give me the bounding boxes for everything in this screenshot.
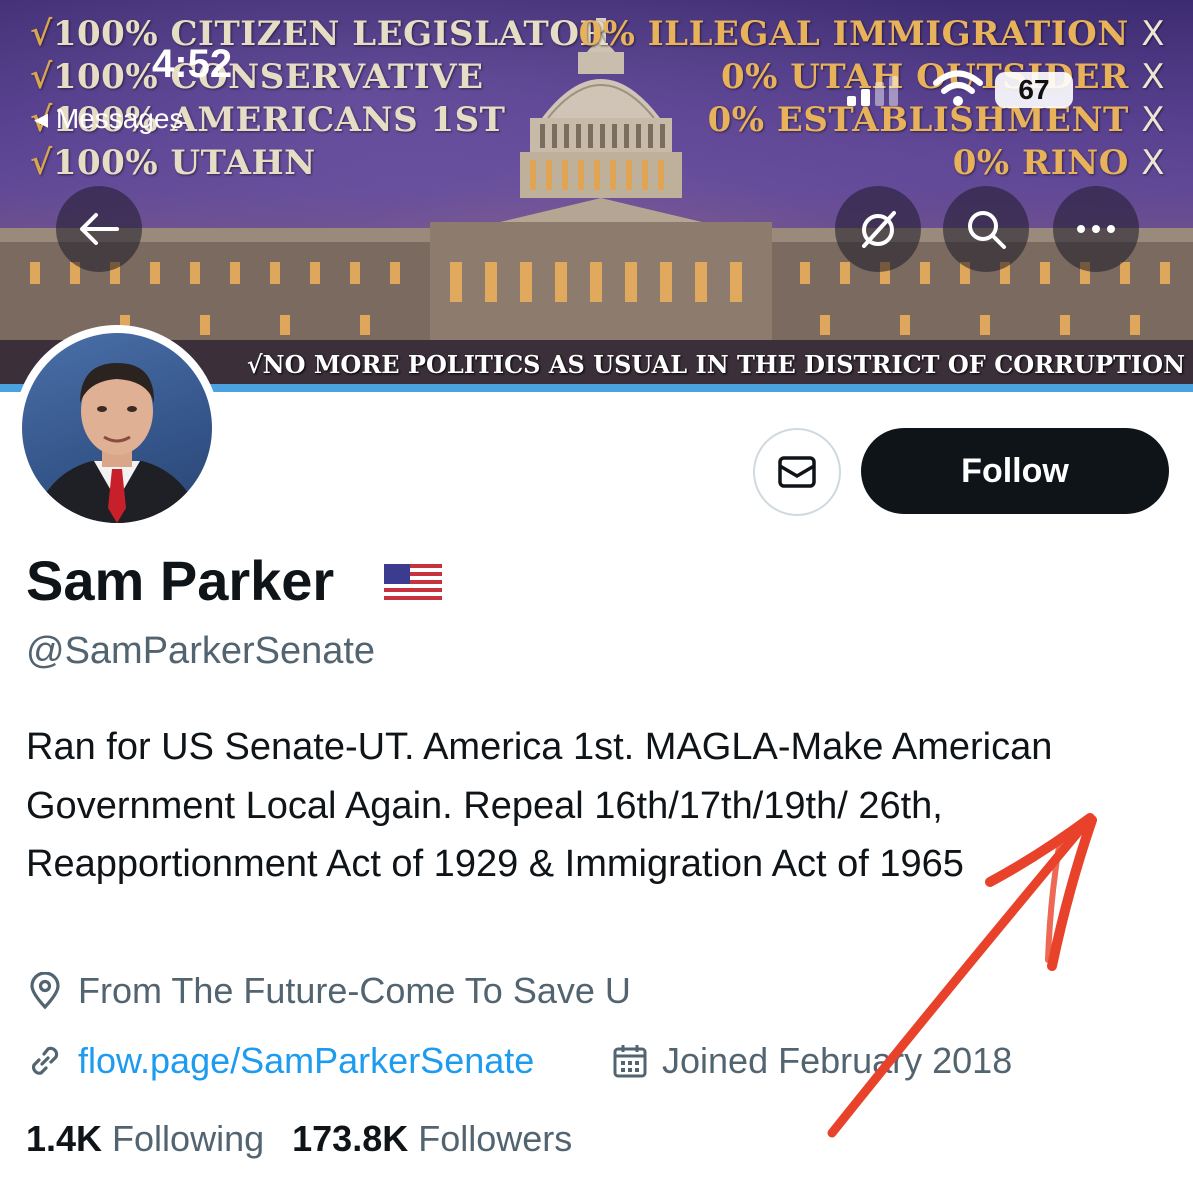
back-button[interactable] [56, 186, 142, 272]
calendar-icon [613, 1045, 647, 1078]
following-label: Following [112, 1118, 265, 1159]
more-icon [1077, 225, 1115, 233]
message-button[interactable] [753, 428, 841, 516]
follow-counts: 1.4K Following 173.8K Followers [26, 1118, 572, 1160]
search-icon [968, 211, 1006, 249]
following-count: 1.4K [26, 1118, 103, 1159]
grok-button[interactable] [835, 186, 921, 272]
more-options-button[interactable] [1053, 186, 1139, 272]
display-name: Sam Parker [26, 549, 335, 612]
followers-link[interactable]: 173.8K Followers [292, 1118, 572, 1160]
portrait-illustration [32, 363, 202, 523]
envelope-icon [778, 456, 816, 488]
link-icon [32, 1046, 59, 1075]
banner-line-conservative: √100% CONSERVATIVE [30, 57, 484, 97]
red-annotation-arrow [827, 813, 1097, 1138]
cellular-signal-icon [847, 76, 898, 106]
status-icons: 67 [845, 70, 1075, 110]
grok-icon [862, 211, 896, 248]
status-time: 4:52 [152, 42, 233, 86]
avatar-photo [22, 333, 212, 523]
arrow-left-icon [80, 213, 119, 245]
search-button[interactable] [943, 186, 1029, 272]
banner-line-citizen-legislator: √100% CITIZEN LEGISLATOR [30, 14, 609, 54]
wifi-icon [933, 70, 983, 106]
followers-label: Followers [418, 1118, 573, 1159]
banner-line-utahn: √100% UTAHN [30, 143, 316, 183]
avatar[interactable] [14, 325, 220, 531]
banner-motto: √NO MORE POLITICS AS USUAL IN THE DISTRI… [246, 350, 1185, 379]
back-to-messages-link[interactable]: ◂ Messages [34, 102, 183, 135]
battery-level: 67 [1018, 74, 1050, 105]
banner-line-rino: 0% RINO X [952, 143, 1165, 183]
following-link[interactable]: 1.4K Following [26, 1118, 264, 1160]
profile-handle: @SamParkerSenate [26, 630, 376, 672]
followers-count: 173.8K [292, 1118, 409, 1159]
profile-location: From The Future-Come To Save U [28, 970, 631, 1012]
battery-icon: 67 [995, 72, 1073, 108]
location-pin-icon [30, 972, 60, 1010]
profile-website: flow.page/SamParkerSenate [26, 1040, 534, 1082]
profile-banner: √100% CITIZEN LEGISLATOR √100% CONSERVAT… [0, 0, 1193, 392]
follow-button[interactable]: Follow [861, 428, 1169, 514]
us-flag-icon [384, 564, 442, 602]
website-link[interactable]: flow.page/SamParkerSenate [78, 1040, 534, 1082]
banner-line-illegal-immigration: 0% ILLEGAL IMMIGRATION X [578, 14, 1165, 54]
location-text: From The Future-Come To Save U [78, 970, 631, 1011]
